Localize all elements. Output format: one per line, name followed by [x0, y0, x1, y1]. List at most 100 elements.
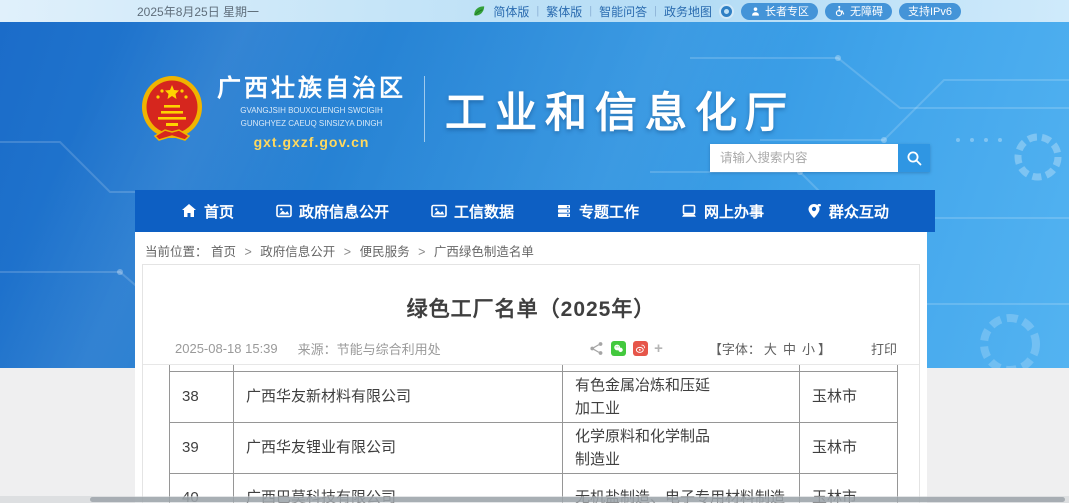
article-meta: 2025-08-18 15:39 来源：节能与综合利用处 + 【字体：: [143, 333, 919, 365]
font-label: 】: [818, 339, 831, 358]
font-label: 【字体：: [709, 339, 761, 358]
elderly-zone-button[interactable]: 长者专区: [741, 3, 818, 20]
green-factory-table: 38 广西华友新材料有限公司 有色金属冶炼和压延 加工业 玉林市 39 广西华友…: [169, 365, 898, 503]
cell-city: 玉林市: [800, 371, 898, 422]
font-size-control: 【字体： 大 中 小 】: [709, 339, 831, 358]
wheelchair-icon: [834, 5, 846, 17]
pill-label: 长者专区: [765, 3, 809, 19]
divider: |: [536, 5, 539, 17]
toplink-gov-map[interactable]: 政务地图: [664, 3, 712, 20]
breadcrumb-public-services[interactable]: 便民服务: [360, 245, 410, 259]
article-tools: + 【字体： 大 中 小 】 打印: [582, 339, 897, 358]
cell-industry: 化学原料和化学制品 制造业: [563, 422, 800, 473]
cell-company: 广西华友锂业有限公司: [234, 422, 563, 473]
horizontal-scrollbar[interactable]: [0, 496, 1069, 503]
industry-line: 加工业: [575, 397, 789, 420]
location-pin-icon: [806, 203, 822, 219]
search-icon: [906, 150, 922, 166]
table-row: 39 广西华友锂业有限公司 化学原料和化学制品 制造业 玉林市: [170, 422, 898, 473]
search-input[interactable]: [710, 144, 898, 172]
toplink-traditional[interactable]: 繁体版: [546, 3, 582, 20]
breadcrumb-separator: >: [344, 245, 351, 259]
brand-text: 广西壮族自治区 GVANGJSIH BOUXCUENGH SWCIGIH GUN…: [217, 68, 406, 150]
ipv6-badge[interactable]: 支持IPv6: [899, 3, 961, 20]
accessibility-button[interactable]: 无障碍: [825, 3, 892, 20]
industry-line: 制造业: [575, 448, 789, 471]
nav-item-special-topics[interactable]: 专题工作: [556, 201, 639, 222]
industry-line: 有色金属冶炼和压延: [575, 374, 789, 397]
cell-company: 广西华友新材料有限公司: [234, 371, 563, 422]
nav-item-online-services[interactable]: 网上办事: [681, 201, 764, 222]
nav-label: 工信数据: [454, 201, 514, 222]
nav-item-gov-info[interactable]: 政府信息公开: [276, 201, 389, 222]
article-source: 来源：节能与综合利用处: [298, 339, 441, 358]
national-emblem-logo: [141, 74, 203, 144]
top-links: 简体版 | 繁体版 | 智能问答 | 政务地图 长者专区 无障碍 支持IPv6: [465, 3, 961, 20]
breadcrumb-separator: >: [418, 245, 425, 259]
article-panel: 绿色工厂名单（2025年） 2025-08-18 15:39 来源：节能与综合利…: [142, 264, 920, 503]
cell-no: 38: [170, 371, 234, 422]
content-area: 当前位置： 首页 > 政府信息公开 > 便民服务 > 广西绿色制造名单 绿色工厂…: [135, 232, 927, 503]
top-utility-bar: 2025年8月25日 星期一 简体版 | 繁体版 | 智能问答 | 政务地图 长…: [0, 0, 1069, 22]
weibo-share-icon[interactable]: [633, 341, 648, 356]
main-nav: 首页 政府信息公开 工信数据 专题工作 网上办事 群众互动: [135, 190, 935, 232]
scrollbar-thumb[interactable]: [90, 497, 1065, 502]
pill-label: 无障碍: [850, 3, 883, 19]
toplink-simplified[interactable]: 简体版: [493, 3, 529, 20]
image-icon: [431, 203, 447, 219]
nav-item-industry-data[interactable]: 工信数据: [431, 201, 514, 222]
nav-label: 政府信息公开: [299, 201, 389, 222]
archive-icon: [556, 203, 572, 219]
image-icon: [276, 203, 292, 219]
site-url: gxt.gxzf.gov.cn: [217, 134, 406, 150]
cell-no: 39: [170, 422, 234, 473]
current-date: 2025年8月25日 星期一: [137, 3, 259, 20]
region-name: 广西壮族自治区: [217, 68, 406, 103]
gear-icon: [984, 318, 1036, 368]
green-leaf-icon: [472, 4, 486, 18]
round-badge-icon[interactable]: [719, 4, 734, 19]
share-icon[interactable]: [589, 341, 604, 356]
person-icon: [750, 6, 761, 17]
nav-label: 网上办事: [704, 201, 764, 222]
table-row: 38 广西华友新材料有限公司 有色金属冶炼和压延 加工业 玉林市: [170, 371, 898, 422]
site-search: [710, 144, 930, 172]
font-size-large[interactable]: 大: [764, 339, 777, 358]
industry-line: 化学原料和化学制品: [575, 425, 789, 448]
font-size-small[interactable]: 小: [802, 339, 815, 358]
divider: |: [589, 5, 592, 17]
divider: |: [654, 5, 657, 17]
site-logo-link[interactable]: 广西壮族自治区 GVANGJSIH BOUXCUENGH SWCIGIH GUN…: [141, 68, 795, 150]
table-container: 38 广西华友新材料有限公司 有色金属冶炼和压延 加工业 玉林市 39 广西华友…: [169, 365, 898, 503]
breadcrumb-gov-info[interactable]: 政府信息公开: [260, 245, 335, 259]
wechat-share-icon[interactable]: [611, 341, 626, 356]
breadcrumb: 当前位置： 首页 > 政府信息公开 > 便民服务 > 广西绿色制造名单: [135, 232, 927, 260]
laptop-icon: [681, 203, 697, 219]
breadcrumb-prefix: 当前位置：: [145, 245, 208, 259]
gear-icon: [1018, 137, 1058, 177]
more-share-icon[interactable]: +: [654, 340, 663, 357]
divider: [424, 76, 425, 142]
site-title: 工业和信息化厅: [445, 79, 795, 140]
page: 2025年8月25日 星期一 简体版 | 繁体版 | 智能问答 | 政务地图 长…: [0, 0, 1069, 503]
publish-date: 2025-08-18 15:39: [175, 341, 278, 356]
nav-label: 群众互动: [829, 201, 889, 222]
home-icon: [181, 203, 197, 219]
nav-item-home[interactable]: 首页: [181, 201, 234, 222]
breadcrumb-current-page[interactable]: 广西绿色制造名单: [434, 245, 534, 259]
region-name-zhuang: GVANGJSIH BOUXCUENGH SWCIGIH: [217, 106, 406, 116]
pill-label: 支持IPv6: [908, 3, 952, 19]
nav-label: 专题工作: [579, 201, 639, 222]
nav-label: 首页: [204, 201, 234, 222]
search-button[interactable]: [898, 144, 930, 172]
toplink-smart-qa[interactable]: 智能问答: [599, 3, 647, 20]
cell-industry: 有色金属冶炼和压延 加工业: [563, 371, 800, 422]
cell-city: 玉林市: [800, 422, 898, 473]
page-title: 绿色工厂名单（2025年）: [143, 293, 919, 323]
print-button[interactable]: 打印: [871, 339, 897, 358]
region-name-zhuang: GUNGHYEZ CAEUQ SINSIZYA DINGH: [217, 119, 406, 129]
font-size-medium[interactable]: 中: [783, 339, 796, 358]
breadcrumb-separator: >: [245, 245, 252, 259]
nav-item-public-interaction[interactable]: 群众互动: [806, 201, 889, 222]
breadcrumb-home[interactable]: 首页: [211, 245, 236, 259]
